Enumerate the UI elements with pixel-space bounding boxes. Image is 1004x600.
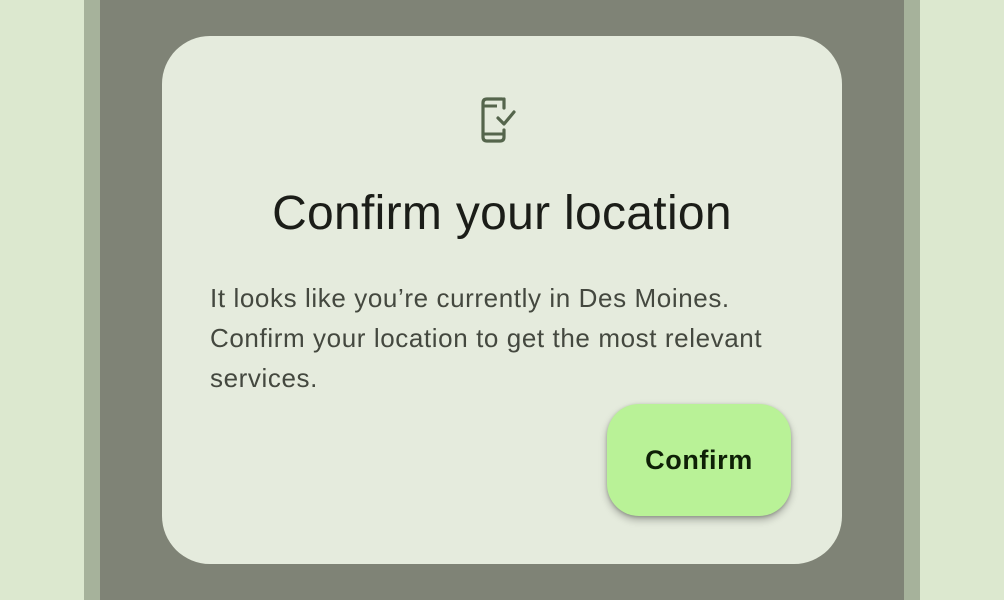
app-screen: Confirm your location It looks like you’… xyxy=(0,0,1004,600)
location-dialog: Confirm your location It looks like you’… xyxy=(162,36,842,564)
dialog-title: Confirm your location xyxy=(272,187,732,240)
mobile-check-icon xyxy=(480,96,520,144)
dialog-body-text: It looks like you’re currently in Des Mo… xyxy=(210,283,763,393)
confirm-button[interactable]: Confirm xyxy=(607,404,791,516)
